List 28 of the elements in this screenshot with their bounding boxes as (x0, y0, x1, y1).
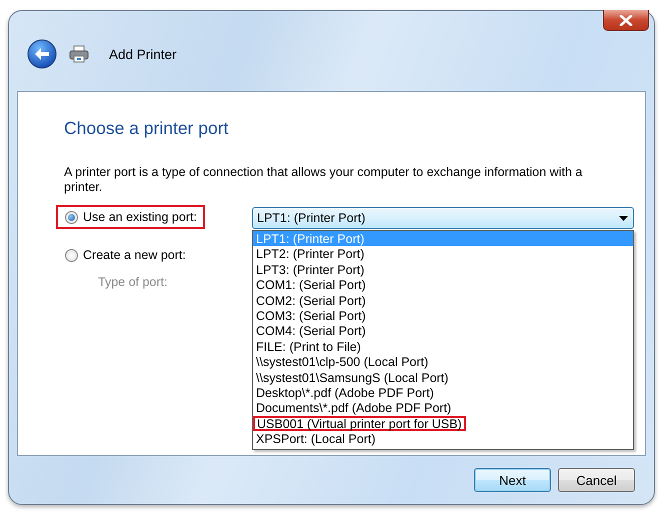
dropdown-caret-icon (619, 216, 628, 220)
description-text: A printer port is a type of connection that allows your computer to exchange information with a printer. (64, 165, 584, 195)
port-list-item[interactable]: COM4: (Serial Port) (253, 323, 369, 339)
port-list-item[interactable]: COM2: (Serial Port) (253, 292, 369, 308)
port-list-item[interactable]: \\systest01\clp-500 (Local Port) (253, 354, 432, 370)
port-list-item[interactable]: COM3: (Serial Port) (253, 308, 369, 324)
printer-icon (69, 45, 89, 63)
port-list-item[interactable]: Documents\*.pdf (Adobe PDF Port) (253, 400, 454, 416)
cancel-button[interactable]: Cancel (558, 468, 635, 492)
port-list-item[interactable]: COM1: (Serial Port) (253, 277, 369, 293)
window-title: Add Printer (109, 46, 177, 62)
next-button[interactable]: Next (474, 468, 551, 492)
dropdown-value: LPT1: (Printer Port) (257, 211, 366, 225)
port-dropdown[interactable]: LPT1: (Printer Port) (252, 207, 634, 229)
port-list-item[interactable]: FILE: (Print to File) (253, 338, 364, 354)
back-icon[interactable] (27, 39, 57, 69)
page-heading: Choose a printer port (64, 118, 230, 139)
close-button[interactable] (603, 10, 649, 31)
port-radio-option[interactable]: Use an existing port: (56, 205, 205, 229)
port-list-item[interactable]: USB001 (Virtual printer port for USB) (253, 416, 466, 432)
type-of-port-label: Type of port: (98, 275, 168, 289)
close-icon (619, 14, 633, 26)
port-radio-option[interactable]: Create a new port: (56, 243, 194, 267)
port-list-item[interactable]: LPT2: (Printer Port) (253, 246, 368, 262)
port-list-item[interactable]: XPSPort: (Local Port) (253, 431, 378, 446)
port-list-item[interactable]: Desktop\*.pdf (Adobe PDF Port) (253, 384, 437, 400)
port-list-item[interactable]: \\systest01\SamsungS (Local Port) (253, 370, 452, 385)
port-list-item[interactable]: LPT3: (Printer Port) (253, 262, 368, 278)
